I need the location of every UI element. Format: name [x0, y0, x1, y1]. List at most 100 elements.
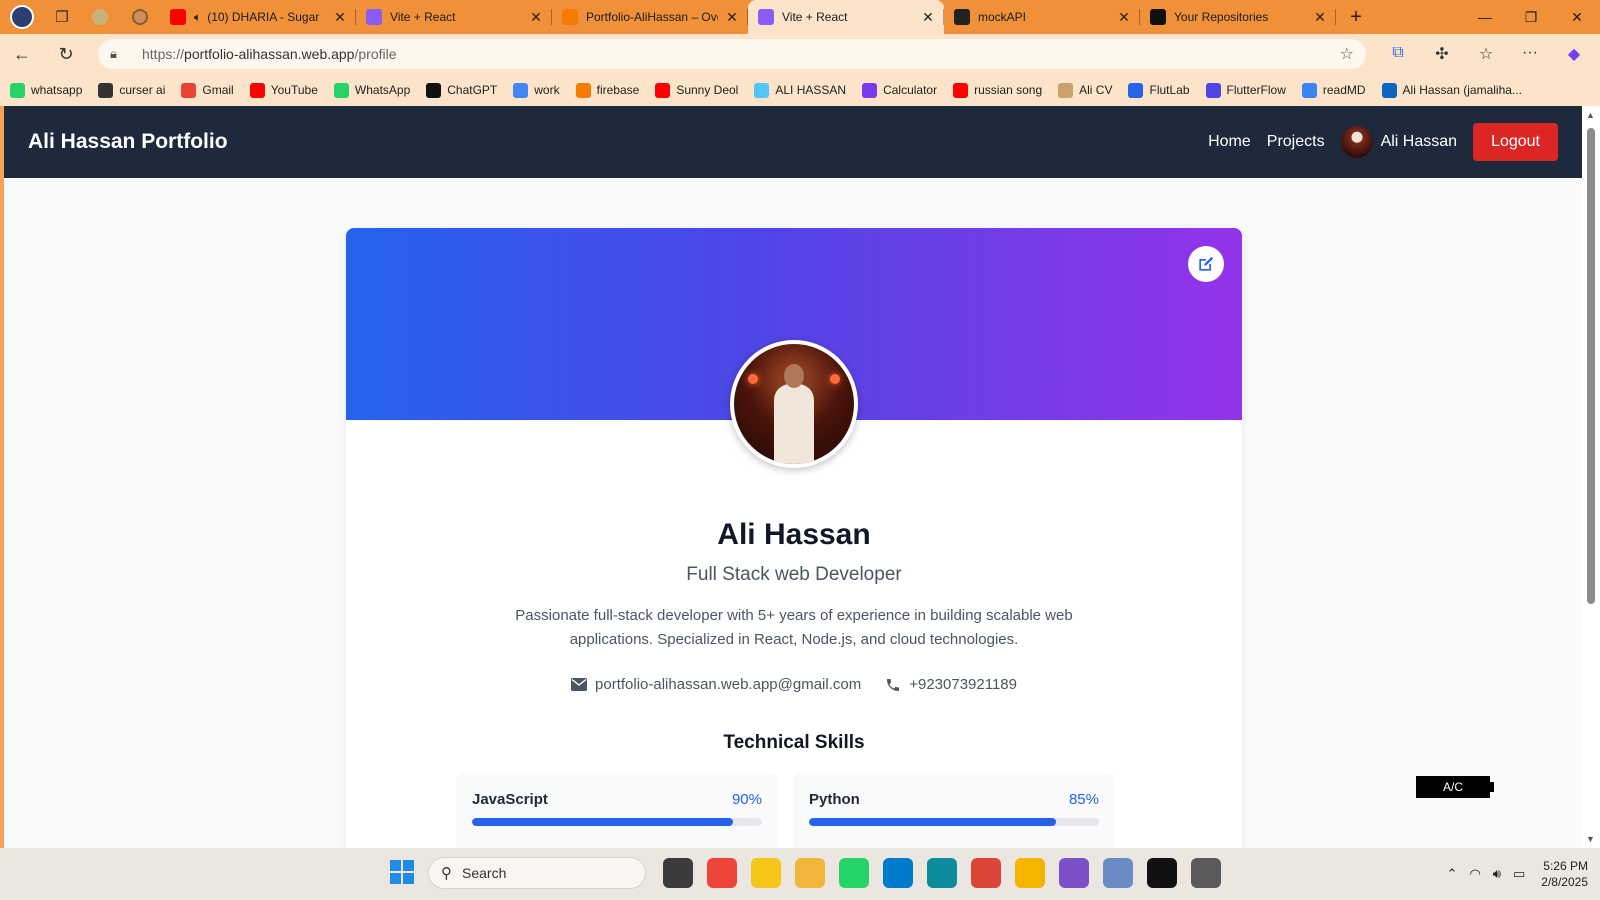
- bookmark-item[interactable]: readMD: [1301, 82, 1366, 98]
- profile-role: Full Stack web Developer: [686, 564, 902, 585]
- volume-icon[interactable]: 🔊︎: [1493, 866, 1501, 882]
- visual-studio-icon[interactable]: [1059, 858, 1089, 888]
- translate-icon[interactable]: ⧉: [1376, 44, 1420, 64]
- profile-contacts: portfolio-alihassan.web.app@gmail.com +9…: [346, 676, 1242, 693]
- browser-tab[interactable]: Your Repositories ✕: [1140, 0, 1336, 34]
- bookmark-item[interactable]: WhatsApp: [333, 82, 411, 98]
- bookmark-favicon-icon: [1058, 82, 1074, 98]
- browser-tab[interactable]: Vite + React ✕: [748, 0, 944, 34]
- pinned-favicon-icon: [92, 9, 108, 25]
- bookmark-favicon-icon: [754, 82, 770, 98]
- close-window-icon[interactable]: ✕: [1554, 9, 1600, 26]
- taskbar-search[interactable]: ⚲ Search: [428, 857, 646, 889]
- bookmark-favicon-icon: [98, 82, 114, 98]
- anydesk-icon[interactable]: [707, 858, 737, 888]
- close-tab-icon[interactable]: ✕: [528, 9, 544, 26]
- wifi-icon[interactable]: ◠: [1469, 866, 1480, 882]
- nav-home-link[interactable]: Home: [1208, 133, 1251, 151]
- edge-icon[interactable]: [927, 858, 957, 888]
- capcut-icon[interactable]: [1147, 858, 1177, 888]
- restore-icon[interactable]: ❐: [1508, 9, 1554, 26]
- profile-avatar-icon: [10, 5, 34, 29]
- skill-card: JavaScript 90%: [456, 773, 778, 848]
- skill-progress-fill: [809, 818, 1056, 826]
- bookmark-favicon-icon: [1128, 82, 1144, 98]
- bookmark-label: FlutLab: [1149, 83, 1190, 97]
- bookmark-star-icon[interactable]: ☆: [1340, 44, 1354, 64]
- reload-icon[interactable]: ↻: [44, 44, 88, 65]
- skill-progress-bar: [809, 818, 1099, 826]
- pinned-tab-1[interactable]: [80, 0, 120, 34]
- browser-tab[interactable]: mockAPI ✕: [944, 0, 1140, 34]
- favorites-icon[interactable]: ☆: [1464, 44, 1508, 64]
- bookmark-item[interactable]: ChatGPT: [426, 82, 497, 98]
- close-tab-icon[interactable]: ✕: [1116, 9, 1132, 26]
- scroll-up-icon[interactable]: ▲: [1586, 110, 1595, 120]
- bookmark-item[interactable]: Gmail: [181, 82, 234, 98]
- bookmark-label: WhatsApp: [354, 83, 411, 97]
- photos-icon[interactable]: [1103, 858, 1133, 888]
- back-icon[interactable]: ←: [0, 44, 44, 65]
- page-scrollbar[interactable]: ▲ ▼: [1582, 106, 1600, 848]
- bookmark-label: curser ai: [119, 83, 166, 97]
- bookmark-item[interactable]: Ali CV: [1058, 82, 1113, 98]
- bookmark-label: Calculator: [883, 83, 938, 97]
- nav-user-profile[interactable]: Ali Hassan: [1340, 126, 1457, 158]
- browser-tab[interactable]: 🔈︎ (10) DHARIA - Sugar ✕: [160, 0, 356, 34]
- scroll-down-icon[interactable]: ▼: [1586, 834, 1595, 844]
- contact-phone[interactable]: +923073921189: [885, 676, 1017, 693]
- minimize-icon[interactable]: —: [1462, 9, 1508, 26]
- taskbar-clock[interactable]: 5:26 PM 2/8/2025: [1541, 858, 1588, 890]
- bookmark-item[interactable]: ALI HASSAN: [754, 82, 846, 98]
- workspaces-icon[interactable]: ❐: [44, 0, 80, 34]
- browser-tab[interactable]: Vite + React ✕: [356, 0, 552, 34]
- more-menu-icon[interactable]: ···: [1508, 44, 1552, 64]
- bookmark-item[interactable]: FlutterFlow: [1205, 82, 1286, 98]
- pinned-tab-2[interactable]: [120, 0, 160, 34]
- bookmark-item[interactable]: curser ai: [98, 82, 166, 98]
- vite-icon: [366, 9, 382, 25]
- windows-start-icon[interactable]: [390, 860, 414, 884]
- site-brand[interactable]: Ali Hassan Portfolio: [28, 130, 228, 154]
- chrome-canary-icon[interactable]: [1015, 858, 1045, 888]
- bookmark-item[interactable]: Sunny Deol: [655, 82, 738, 98]
- tray-chevron-icon[interactable]: ⌃: [1447, 866, 1458, 882]
- tab-audio-icon[interactable]: 🔈︎: [194, 10, 201, 25]
- browser-tab[interactable]: Portfolio-AliHassan – Over ✕: [552, 0, 748, 34]
- bookmark-item[interactable]: FlutLab: [1128, 82, 1190, 98]
- extensions-icon[interactable]: ✣: [1420, 44, 1464, 64]
- app-icon[interactable]: [751, 858, 781, 888]
- bookmark-label: FlutterFlow: [1226, 83, 1286, 97]
- close-tab-icon[interactable]: ✕: [724, 9, 740, 26]
- bookmark-item[interactable]: whatsapp: [10, 82, 82, 98]
- nav-projects-link[interactable]: Projects: [1267, 133, 1325, 151]
- battery-icon[interactable]: ▭: [1513, 866, 1525, 882]
- bookmark-item[interactable]: russian song: [953, 82, 1042, 98]
- whatsapp-icon[interactable]: [839, 858, 869, 888]
- chrome-icon[interactable]: [971, 858, 1001, 888]
- scrollbar-thumb[interactable]: [1587, 128, 1595, 604]
- folder-icon[interactable]: [795, 858, 825, 888]
- new-tab-button[interactable]: +: [1336, 6, 1376, 29]
- logout-button[interactable]: Logout: [1473, 123, 1558, 161]
- close-tab-icon[interactable]: ✕: [332, 9, 348, 26]
- bookmark-label: Ali CV: [1079, 83, 1113, 97]
- contact-email[interactable]: portfolio-alihassan.web.app@gmail.com: [571, 676, 861, 693]
- close-tab-icon[interactable]: ✕: [920, 9, 936, 26]
- address-bar[interactable]: 🔒︎ https://portfolio-alihassan.web.app/p…: [98, 39, 1366, 69]
- clock-icon[interactable]: [1191, 858, 1221, 888]
- bookmark-item[interactable]: work: [513, 82, 560, 98]
- close-tab-icon[interactable]: ✕: [1312, 9, 1328, 26]
- vscode-icon[interactable]: [883, 858, 913, 888]
- edit-profile-button[interactable]: [1188, 246, 1224, 282]
- pinned-favicon-icon: [132, 9, 148, 25]
- bookmark-item[interactable]: Ali Hassan (jamaliha...: [1381, 82, 1522, 98]
- file-explorer-icon[interactable]: [663, 858, 693, 888]
- bookmark-item[interactable]: Calculator: [862, 82, 938, 98]
- copilot-icon[interactable]: ◆: [1552, 44, 1596, 64]
- site-info-icon[interactable]: 🔒︎: [110, 46, 134, 62]
- bookmark-item[interactable]: firebase: [575, 82, 639, 98]
- bookmark-item[interactable]: YouTube: [249, 82, 318, 98]
- youtube-icon: [170, 9, 186, 25]
- browser-profile-button[interactable]: [0, 0, 44, 34]
